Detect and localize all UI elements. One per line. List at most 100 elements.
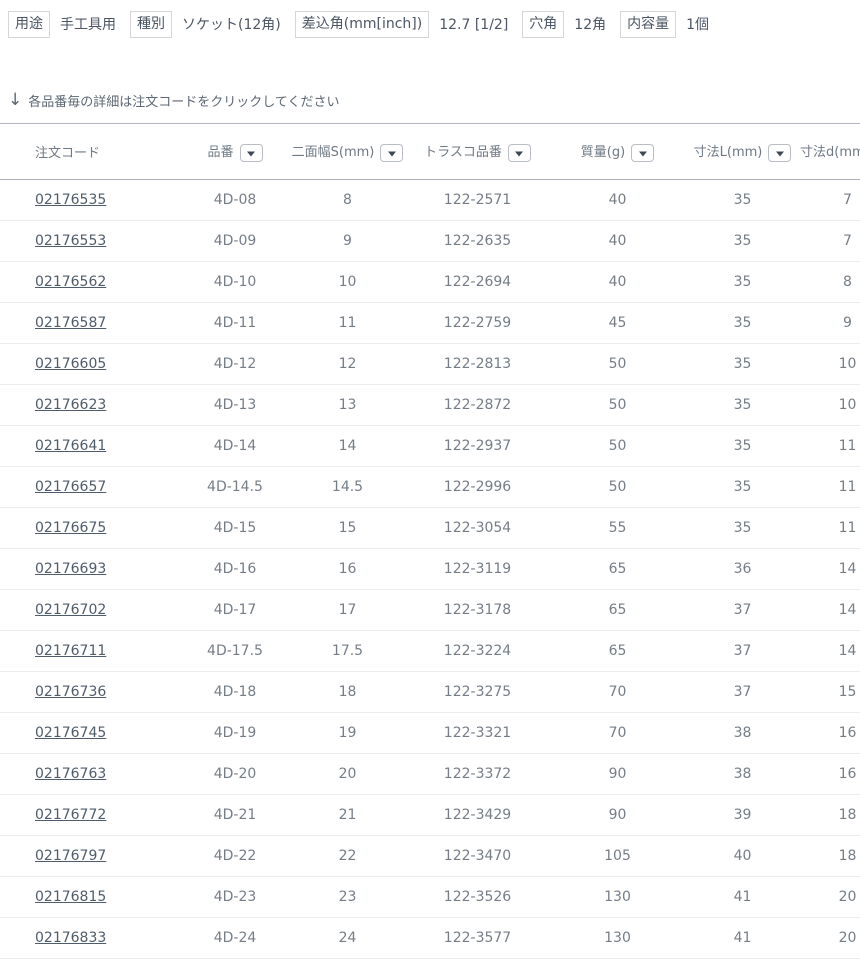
order-code-link[interactable]: 02176562 [35,274,106,290]
table-cell: 122-2937 [405,426,550,467]
order-code-link[interactable]: 02176553 [35,233,106,249]
order-code-link[interactable]: 02176711 [35,643,106,659]
table-cell: 4D-16 [180,549,290,590]
order-code-link[interactable]: 02176702 [35,602,106,618]
table-cell: 90 [550,795,685,836]
table-cell: 122-3577 [405,918,550,959]
table-cell: 22 [290,836,405,877]
sort-dropdown-button[interactable] [508,144,531,162]
table-cell: 14 [800,549,860,590]
table-cell: 14 [290,426,405,467]
product-table-body: 021765354D-088122-257140357021765534D-09… [0,180,860,959]
order-code-link[interactable]: 02176675 [35,520,106,536]
sort-dropdown-button[interactable] [380,144,403,162]
table-cell: 4D-14.5 [180,467,290,508]
sort-dropdown-button[interactable] [768,144,791,162]
table-cell: 4D-19 [180,713,290,754]
order-code-cell: 02176657 [0,467,180,508]
order-code-cell: 02176702 [0,590,180,631]
table-cell: 36 [685,549,800,590]
order-code-link[interactable]: 02176605 [35,356,106,372]
table-cell: 4D-21 [180,795,290,836]
table-row: 021767974D-2222122-34701054018 [0,836,860,877]
table-cell: 35 [685,467,800,508]
table-cell: 20 [800,918,860,959]
order-code-link[interactable]: 02176815 [35,889,106,905]
column-header-label: トラスコ品番 [424,145,502,160]
order-code-cell: 02176562 [0,262,180,303]
table-cell: 45 [550,303,685,344]
spec-tag-label: 種別 [130,11,172,38]
table-cell: 15 [290,508,405,549]
table-cell: 122-3054 [405,508,550,549]
table-cell: 105 [550,836,685,877]
product-table-header: 注文コード品番二面幅S(mm)トラスコ品番質量(g)寸法L(mm)寸法d(mm) [0,124,860,180]
order-code-cell: 02176833 [0,918,180,959]
order-code-cell: 02176553 [0,221,180,262]
table-cell: 4D-17.5 [180,631,290,672]
table-cell: 122-3275 [405,672,550,713]
table-row: 021765354D-088122-257140357 [0,180,860,221]
table-cell: 7 [800,221,860,262]
table-cell: 122-2635 [405,221,550,262]
order-code-note: ↓ 各品番毎の詳細は注文コードをクリックしてください [8,91,860,110]
table-cell: 35 [685,262,800,303]
sort-dropdown-button[interactable] [240,144,263,162]
table-cell: 4D-18 [180,672,290,713]
spec-tag-label: 差込角(mm[inch]) [295,11,429,38]
table-cell: 23 [290,877,405,918]
table-cell: 19 [290,713,405,754]
order-code-link[interactable]: 02176763 [35,766,106,782]
table-cell: 65 [550,549,685,590]
spec-value: 1個 [686,18,709,32]
order-code-link[interactable]: 02176772 [35,807,106,823]
table-cell: 4D-17 [180,590,290,631]
order-code-link[interactable]: 02176833 [35,930,106,946]
table-cell: 17 [290,590,405,631]
table-cell: 16 [800,754,860,795]
table-cell: 4D-11 [180,303,290,344]
column-header-label: 寸法L(mm) [694,145,763,160]
table-cell: 11 [290,303,405,344]
table-cell: 41 [685,918,800,959]
order-code-link[interactable]: 02176641 [35,438,106,454]
order-code-link[interactable]: 02176623 [35,397,106,413]
column-header-6: 寸法d(mm) [800,124,860,180]
order-code-link[interactable]: 02176657 [35,479,106,495]
table-cell: 130 [550,918,685,959]
order-code-link[interactable]: 02176535 [35,192,106,208]
order-code-cell: 02176711 [0,631,180,672]
spec-value: 12.7 [1/2] [439,18,508,32]
order-code-link[interactable]: 02176745 [35,725,106,741]
table-cell: 16 [290,549,405,590]
order-code-link[interactable]: 02176797 [35,848,106,864]
table-cell: 130 [550,877,685,918]
table-cell: 122-2571 [405,180,550,221]
table-row: 021768334D-2424122-35771304120 [0,918,860,959]
table-cell: 70 [550,713,685,754]
column-header-0: 注文コード [0,124,180,180]
table-cell: 38 [685,713,800,754]
table-cell: 37 [685,631,800,672]
table-cell: 122-2872 [405,385,550,426]
table-cell: 9 [800,303,860,344]
table-cell: 122-3429 [405,795,550,836]
table-row: 021766234D-1313122-2872503510 [0,385,860,426]
order-code-link[interactable]: 02176587 [35,315,106,331]
table-cell: 4D-13 [180,385,290,426]
order-code-link[interactable]: 02176693 [35,561,106,577]
spec-pair: 種別ソケット(12角) [130,11,295,38]
table-cell: 4D-22 [180,836,290,877]
table-cell: 39 [685,795,800,836]
order-code-link[interactable]: 02176736 [35,684,106,700]
table-cell: 14.5 [290,467,405,508]
table-cell: 12 [290,344,405,385]
column-header-label: 二面幅S(mm) [292,145,375,160]
header-row: 注文コード品番二面幅S(mm)トラスコ品番質量(g)寸法L(mm)寸法d(mm) [0,124,860,180]
order-code-cell: 02176605 [0,344,180,385]
table-cell: 10 [800,344,860,385]
sort-dropdown-button[interactable] [631,144,654,162]
order-code-cell: 02176693 [0,549,180,590]
table-cell: 10 [290,262,405,303]
table-cell: 122-3470 [405,836,550,877]
